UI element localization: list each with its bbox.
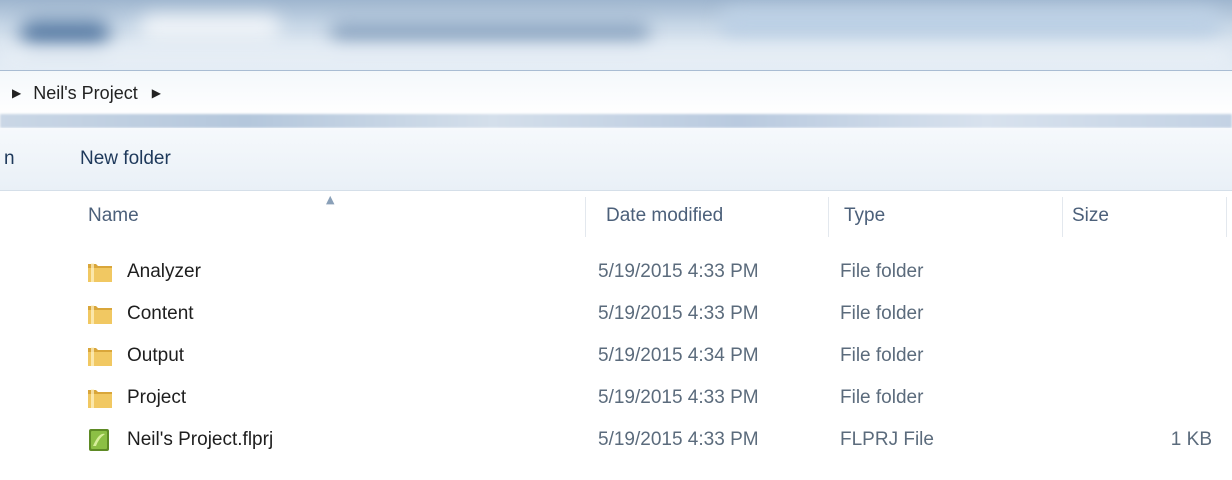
blurred-region xyxy=(0,48,1232,66)
column-divider[interactable] xyxy=(585,197,586,237)
file-date-modified: 5/19/2015 4:33 PM xyxy=(598,261,759,282)
file-name: Content xyxy=(127,303,194,324)
file-type: File folder xyxy=(840,261,924,282)
blurred-region xyxy=(330,22,650,44)
file-name: Output xyxy=(127,345,185,366)
file-type: File folder xyxy=(840,387,924,408)
folder-icon xyxy=(88,347,112,366)
column-header-row: ▲ Name Date modified Type Size xyxy=(0,191,1232,245)
breadcrumb-chevron-icon[interactable]: ▶ xyxy=(152,86,161,100)
folder-icon xyxy=(88,263,112,282)
folder-icon xyxy=(88,389,112,408)
address-bar[interactable]: ▶ Neil's Project ▶ xyxy=(0,70,1232,115)
file-row-neils-project-flprj[interactable]: Neil's Project.flprj 5/19/2015 4:33 PM F… xyxy=(70,421,1230,461)
file-row-content[interactable]: Content 5/19/2015 4:33 PM File folder xyxy=(70,295,1230,335)
breadcrumb-neils-project[interactable]: Neil's Project xyxy=(33,83,137,104)
sort-arrow-icon: ▲ xyxy=(326,193,335,206)
file-type: FLPRJ File xyxy=(840,429,934,450)
column-divider[interactable] xyxy=(1062,197,1063,237)
file-date-modified: 5/19/2015 4:33 PM xyxy=(598,429,759,450)
blurred-region xyxy=(140,14,280,40)
file-date-modified: 5/19/2015 4:34 PM xyxy=(598,345,759,366)
column-header-type[interactable]: Type xyxy=(844,205,885,227)
file-size: 1 KB xyxy=(1170,429,1212,450)
column-divider[interactable] xyxy=(1226,197,1227,237)
blurred-region xyxy=(20,20,110,48)
window-title-bar xyxy=(0,0,1232,70)
file-name: Neil's Project.flprj xyxy=(127,429,274,450)
file-date-modified: 5/19/2015 4:33 PM xyxy=(598,303,759,324)
blurred-region xyxy=(720,8,1220,38)
file-row-output[interactable]: Output 5/19/2015 4:34 PM File folder xyxy=(70,337,1230,377)
breadcrumb-arrow-icon[interactable]: ▶ xyxy=(12,86,21,100)
toolbar-truncated-button[interactable]: n xyxy=(4,148,15,170)
command-toolbar: n New folder xyxy=(0,128,1232,191)
file-list: ▲ Name Date modified Type Size Analyzer … xyxy=(0,191,1232,480)
blurred-strip xyxy=(0,114,1232,128)
file-date-modified: 5/19/2015 4:33 PM xyxy=(598,387,759,408)
file-row-project[interactable]: Project 5/19/2015 4:33 PM File folder xyxy=(70,379,1230,419)
file-type: File folder xyxy=(840,303,924,324)
column-header-date-modified[interactable]: Date modified xyxy=(606,205,723,227)
column-header-name[interactable]: Name xyxy=(88,205,139,227)
file-name: Project xyxy=(127,387,187,408)
column-divider[interactable] xyxy=(828,197,829,237)
folder-icon xyxy=(88,305,112,324)
file-name: Analyzer xyxy=(127,261,201,282)
file-type: File folder xyxy=(840,345,924,366)
column-header-size[interactable]: Size xyxy=(1072,205,1109,227)
new-folder-button[interactable]: New folder xyxy=(80,148,171,170)
file-row-analyzer[interactable]: Analyzer 5/19/2015 4:33 PM File folder xyxy=(70,253,1230,293)
project-file-icon xyxy=(89,429,109,451)
